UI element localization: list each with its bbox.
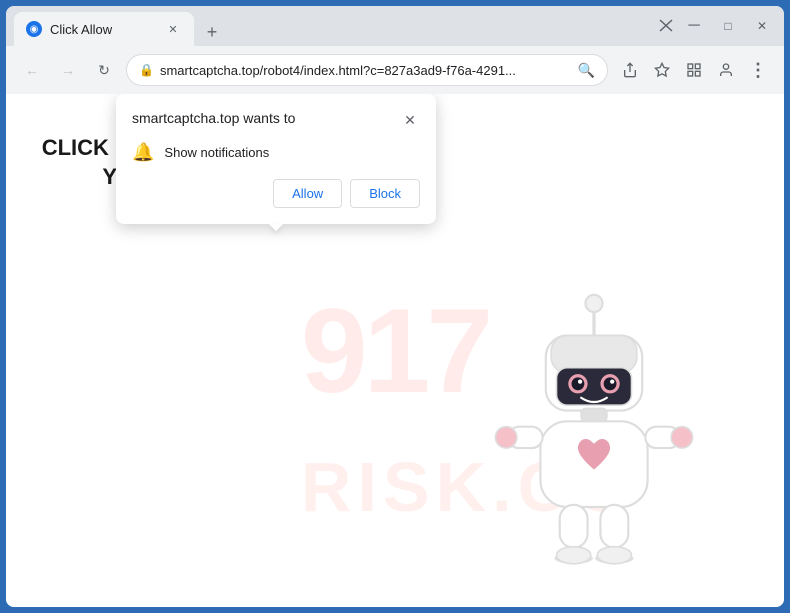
profile-button[interactable] xyxy=(712,56,740,84)
browser-window: Click Allow ✕ + ─ □ ✕ ← → ↻ 🔒 s xyxy=(6,6,784,607)
popup-title: smartcaptcha.top wants to xyxy=(132,110,295,126)
url-text: smartcaptcha.top/robot4/index.html?c=827… xyxy=(160,63,572,78)
tab-title: Click Allow xyxy=(50,22,156,37)
popup-header: smartcaptcha.top wants to ✕ xyxy=(132,110,420,130)
watermark-line1: 917 xyxy=(301,282,489,420)
url-bar[interactable]: 🔒 smartcaptcha.top/robot4/index.html?c=8… xyxy=(126,54,608,86)
extensions-button[interactable] xyxy=(680,56,708,84)
bookmark-button[interactable] xyxy=(648,56,676,84)
back-button[interactable]: ← xyxy=(18,56,46,84)
tab-area: Click Allow ✕ + xyxy=(14,6,646,46)
toolbar-icons: ⋮ xyxy=(616,56,772,84)
popup-buttons: Allow Block xyxy=(132,179,420,208)
menu-button[interactable]: ⋮ xyxy=(744,56,772,84)
bell-icon: 🔔 xyxy=(132,142,154,163)
minimize-icon xyxy=(658,18,674,34)
popup-notification-label: Show notifications xyxy=(164,145,269,160)
search-icon: 🔍 xyxy=(578,62,595,79)
title-bar: Click Allow ✕ + ─ □ ✕ xyxy=(6,6,784,46)
active-tab[interactable]: Click Allow ✕ xyxy=(14,12,194,46)
new-tab-button[interactable]: + xyxy=(198,18,226,46)
popup-notification-row: 🔔 Show notifications xyxy=(132,142,420,163)
popup-close-button[interactable]: ✕ xyxy=(400,110,420,130)
tab-favicon xyxy=(26,21,42,37)
close-button[interactable]: ✕ xyxy=(748,12,776,40)
minimize-button[interactable]: ─ xyxy=(680,12,708,40)
share-button[interactable] xyxy=(616,56,644,84)
robot-illustration xyxy=(484,282,704,587)
address-bar: ← → ↻ 🔒 smartcaptcha.top/robot4/index.ht… xyxy=(6,46,784,94)
refresh-button[interactable]: ↻ xyxy=(90,56,118,84)
notification-popup: smartcaptcha.top wants to ✕ 🔔 Show notif… xyxy=(116,94,436,224)
window-controls: ─ □ ✕ xyxy=(658,12,776,40)
tab-close-button[interactable]: ✕ xyxy=(164,20,182,38)
lock-icon: 🔒 xyxy=(139,63,154,77)
forward-button[interactable]: → xyxy=(54,56,82,84)
allow-button[interactable]: Allow xyxy=(273,179,342,208)
page-content: 917 RISK.CO CLICK «ALLOW» TO CONFIRM THA… xyxy=(6,94,784,607)
maximize-button[interactable]: □ xyxy=(714,12,742,40)
block-button[interactable]: Block xyxy=(350,179,420,208)
